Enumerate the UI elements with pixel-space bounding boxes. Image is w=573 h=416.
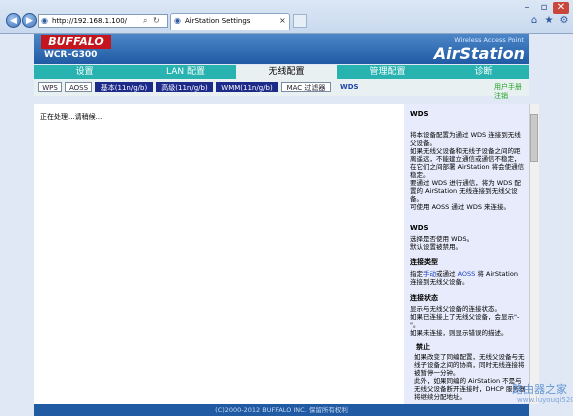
submenu-wps[interactable]: WPS (38, 82, 62, 92)
back-icon[interactable]: ◀ (6, 13, 21, 28)
address-bar[interactable]: ◉ http://192.168.1.100/ ⌕ ↻ (38, 14, 168, 28)
header-subtitle: Wireless Access Point (454, 36, 524, 44)
buffalo-logo: BUFFALO (41, 35, 111, 49)
help-conn-heading: 连接类型 (410, 258, 438, 266)
help-wds-text: 选择是否使用 WDS。 默认设置被禁用。 (410, 235, 474, 251)
tab-close-icon[interactable]: × (279, 16, 286, 25)
submenu-basic[interactable]: 基本(11n/g/b) (95, 82, 153, 92)
favorites-icon[interactable]: ★ (543, 15, 555, 27)
minimize-icon[interactable]: – (519, 2, 535, 14)
settings-gear-icon[interactable]: ⚙ (558, 15, 570, 27)
watermark-title: 路由器之家 (512, 383, 567, 396)
tab-diagnostics[interactable]: 诊断 (438, 65, 529, 79)
submenu-wds[interactable]: WDS (338, 82, 359, 92)
help-title: WDS (410, 110, 429, 118)
close-window-icon[interactable]: ✕ (553, 2, 569, 14)
page-icon: ◉ (41, 16, 48, 25)
scrollbar-thumb[interactable] (530, 114, 538, 162)
airstation-brand: AirStation (433, 44, 525, 63)
refresh-icon[interactable]: ↻ (153, 16, 160, 25)
help-intro: 将本设备配置为通过 WDS 连接到无线父设备。 如果无线父设备和无线子设备之间的… (410, 131, 525, 211)
maximize-icon[interactable]: ▫ (536, 2, 552, 14)
help-disable-heading: 禁止 (416, 343, 430, 351)
tab-wireless-config[interactable]: 无线配置 (236, 65, 337, 79)
submenu-advanced[interactable]: 高级(11n/g/b) (156, 82, 213, 92)
new-tab-button[interactable] (293, 14, 307, 28)
submenu-wmm[interactable]: WMM(11n/g/b) (216, 82, 278, 92)
copyright-footer: (C)2000-2012 BUFFALO INC. 保留所有权利 (34, 404, 529, 416)
help-conn-text: 指定手动或通过 AOSS 将 AirStation 连接到无线父设备。 (410, 270, 526, 286)
main-content: 正在处理...请稍候... (34, 104, 404, 404)
home-icon[interactable]: ⌂ (528, 15, 540, 27)
search-icon[interactable]: ⌕ (143, 16, 147, 26)
help-status-text: 显示与无线父设备的连接状态。 如果已连接上了无线父设备，会显示"-"。 如果未连… (410, 305, 520, 337)
aoss-link[interactable]: AOSS (458, 270, 476, 278)
help-wds-heading: WDS (410, 224, 429, 232)
model-name: WCR-G300 (44, 50, 98, 60)
forward-icon[interactable]: ▶ (22, 13, 37, 28)
processing-message: 正在处理...请稍候... (40, 113, 103, 121)
submenu-mac-filter[interactable]: MAC 过滤器 (281, 82, 331, 92)
help-status-heading: 连接状态 (410, 294, 438, 302)
tab-setup[interactable]: 设置 (34, 65, 135, 79)
tab-title: AirStation Settings (185, 17, 251, 25)
tab-lan-config[interactable]: LAN 配置 (135, 65, 236, 79)
tab-favicon-icon: ◉ (174, 16, 181, 25)
logout-link[interactable]: 注销 (494, 91, 508, 101)
tab-admin-config[interactable]: 管理配置 (337, 65, 438, 79)
watermark-url: www.luyouqi520.com (517, 396, 573, 404)
submenu-aoss[interactable]: AOSS (65, 82, 92, 92)
conn-mid: 或通过 (436, 270, 458, 278)
address-url: http://192.168.1.100/ (52, 17, 128, 25)
conn-pre: 指定 (410, 270, 423, 278)
help-disable-text: 如果改变了同编配置，无线父设备与无线子设备之间的协商，同时无线连接将被暂停一分钟… (414, 353, 526, 401)
manual-link[interactable]: 手动 (423, 270, 436, 278)
browser-tab[interactable]: ◉ AirStation Settings × (170, 13, 290, 30)
